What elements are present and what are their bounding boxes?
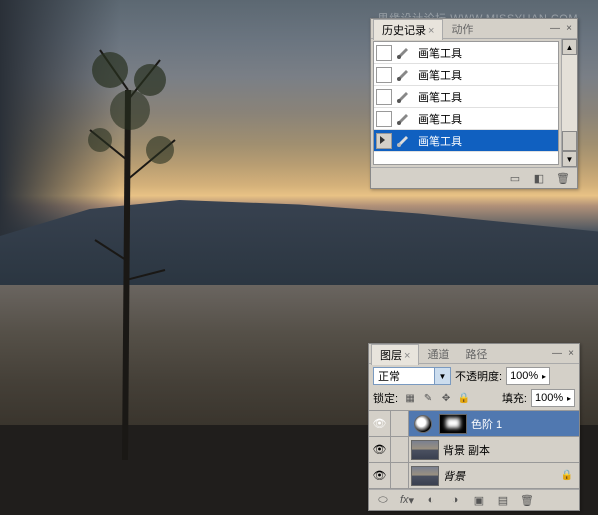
current-state-marker[interactable] bbox=[376, 133, 392, 149]
lock-transparency-icon[interactable]: ▦ bbox=[402, 390, 418, 406]
link-cell[interactable] bbox=[391, 463, 409, 488]
layer-mask-icon[interactable]: ◐ bbox=[421, 493, 441, 507]
layer-name: 背景 副本 bbox=[443, 442, 490, 458]
history-tabs: 历史记录× 动作 — × bbox=[371, 19, 577, 39]
tab-history[interactable]: 历史记录× bbox=[373, 19, 443, 40]
brush-icon bbox=[394, 67, 414, 83]
history-item-label: 画笔工具 bbox=[418, 89, 462, 105]
brush-icon bbox=[394, 133, 414, 149]
fill-value: 100% bbox=[535, 392, 563, 404]
layer-controls: 正常 ▼ 不透明度: 100% ▸ 锁定: ▦ ✎ ✥ 🔒 填充: 100% ▸ bbox=[369, 364, 579, 410]
snapshot-checkbox[interactable] bbox=[376, 45, 392, 61]
blend-mode-select[interactable]: 正常 ▼ bbox=[373, 367, 451, 385]
chevron-right-icon: ▸ bbox=[542, 372, 546, 381]
chevron-right-icon: ▸ bbox=[567, 394, 571, 403]
scroll-down-button[interactable]: ▼ bbox=[562, 151, 577, 167]
snapshot-checkbox[interactable] bbox=[376, 111, 392, 127]
brush-icon bbox=[394, 45, 414, 61]
tab-actions[interactable]: 动作 bbox=[443, 19, 481, 39]
layer-thumbnail bbox=[411, 440, 439, 460]
tab-paths[interactable]: 路径 bbox=[457, 344, 495, 364]
blend-mode-value: 正常 bbox=[378, 368, 400, 384]
visibility-toggle[interactable]: 👁 bbox=[369, 411, 391, 436]
history-item-label: 画笔工具 bbox=[418, 133, 462, 149]
lock-label: 锁定: bbox=[373, 390, 398, 406]
link-layers-icon[interactable]: ⬭ bbox=[373, 493, 393, 507]
history-item[interactable]: 画笔工具 bbox=[374, 42, 558, 64]
eye-icon: 👁 bbox=[373, 469, 387, 482]
trash-icon[interactable]: 🗑 bbox=[517, 493, 537, 507]
history-item-label: 画笔工具 bbox=[418, 45, 462, 61]
layer-row[interactable]: 👁 色阶 1 bbox=[369, 411, 579, 437]
layers-footer: ⬭ fx▾ ◐ ◑ ▣ ▤ 🗑 bbox=[369, 489, 579, 510]
link-cell[interactable] bbox=[391, 437, 409, 462]
new-layer-icon[interactable]: ▤ bbox=[493, 493, 513, 507]
trash-icon[interactable]: 🗑 bbox=[555, 171, 571, 185]
brush-icon bbox=[394, 89, 414, 105]
tab-layers[interactable]: 图层× bbox=[371, 344, 419, 365]
layer-name: 色阶 1 bbox=[471, 416, 502, 432]
adjustment-layer-icon[interactable]: ◑ bbox=[445, 493, 465, 507]
layer-row[interactable]: 👁 背景 副本 bbox=[369, 437, 579, 463]
snapshot-checkbox[interactable] bbox=[376, 89, 392, 105]
layers-list: 👁 色阶 1 👁 背景 副本 👁 背景 🔒 bbox=[369, 410, 579, 489]
history-panel: 历史记录× 动作 — × 画笔工具 画笔工具 画笔工具 bbox=[370, 18, 578, 189]
opacity-input[interactable]: 100% ▸ bbox=[506, 367, 550, 385]
link-cell[interactable] bbox=[391, 411, 409, 436]
chevron-down-icon: ▼ bbox=[434, 368, 450, 384]
new-snapshot-icon[interactable]: ◧ bbox=[531, 171, 547, 185]
history-list: 画笔工具 画笔工具 画笔工具 画笔工具 画笔工具 bbox=[373, 41, 559, 165]
minimize-icon[interactable]: — bbox=[549, 23, 561, 35]
history-footer: ▭ ◧ 🗑 bbox=[371, 167, 577, 188]
new-document-icon[interactable]: ▭ bbox=[507, 171, 523, 185]
snapshot-checkbox[interactable] bbox=[376, 67, 392, 83]
layers-panel: 图层× 通道 路径 — × 正常 ▼ 不透明度: 100% ▸ 锁定: ▦ ✎ … bbox=[368, 343, 580, 511]
visibility-toggle[interactable]: 👁 bbox=[369, 463, 391, 488]
layer-name: 背景 bbox=[443, 468, 465, 484]
history-item-label: 画笔工具 bbox=[418, 111, 462, 127]
scrollbar[interactable]: ▲ ▼ bbox=[561, 39, 577, 167]
history-item[interactable]: 画笔工具 bbox=[374, 130, 558, 152]
layer-thumbnail bbox=[411, 466, 439, 486]
fill-input[interactable]: 100% ▸ bbox=[531, 389, 575, 407]
close-icon[interactable]: × bbox=[565, 348, 577, 360]
new-group-icon[interactable]: ▣ bbox=[469, 493, 489, 507]
layer-effects-icon[interactable]: fx▾ bbox=[397, 493, 417, 507]
scroll-thumb[interactable] bbox=[562, 131, 577, 151]
history-item[interactable]: 画笔工具 bbox=[374, 108, 558, 130]
layers-tabs: 图层× 通道 路径 — × bbox=[369, 344, 579, 364]
close-icon[interactable]: × bbox=[563, 23, 575, 35]
mask-thumbnail[interactable] bbox=[439, 414, 467, 434]
eye-icon: 👁 bbox=[373, 443, 387, 456]
history-item[interactable]: 画笔工具 bbox=[374, 86, 558, 108]
history-item[interactable]: 画笔工具 bbox=[374, 64, 558, 86]
opacity-value: 100% bbox=[510, 370, 538, 382]
adjustment-thumbnail bbox=[414, 415, 432, 433]
scroll-up-button[interactable]: ▲ bbox=[562, 39, 577, 55]
visibility-toggle[interactable]: 👁 bbox=[369, 437, 391, 462]
lock-all-icon[interactable]: 🔒 bbox=[456, 390, 472, 406]
fill-label: 填充: bbox=[502, 390, 527, 406]
lock-position-icon[interactable]: ✥ bbox=[438, 390, 454, 406]
lock-icon: 🔒 bbox=[561, 470, 573, 481]
eye-icon: 👁 bbox=[373, 417, 387, 430]
history-item-label: 画笔工具 bbox=[418, 67, 462, 83]
minimize-icon[interactable]: — bbox=[551, 348, 563, 360]
layer-row[interactable]: 👁 背景 🔒 bbox=[369, 463, 579, 489]
brush-icon bbox=[394, 111, 414, 127]
tab-channels[interactable]: 通道 bbox=[419, 344, 457, 364]
lock-pixels-icon[interactable]: ✎ bbox=[420, 390, 436, 406]
opacity-label: 不透明度: bbox=[455, 368, 502, 384]
